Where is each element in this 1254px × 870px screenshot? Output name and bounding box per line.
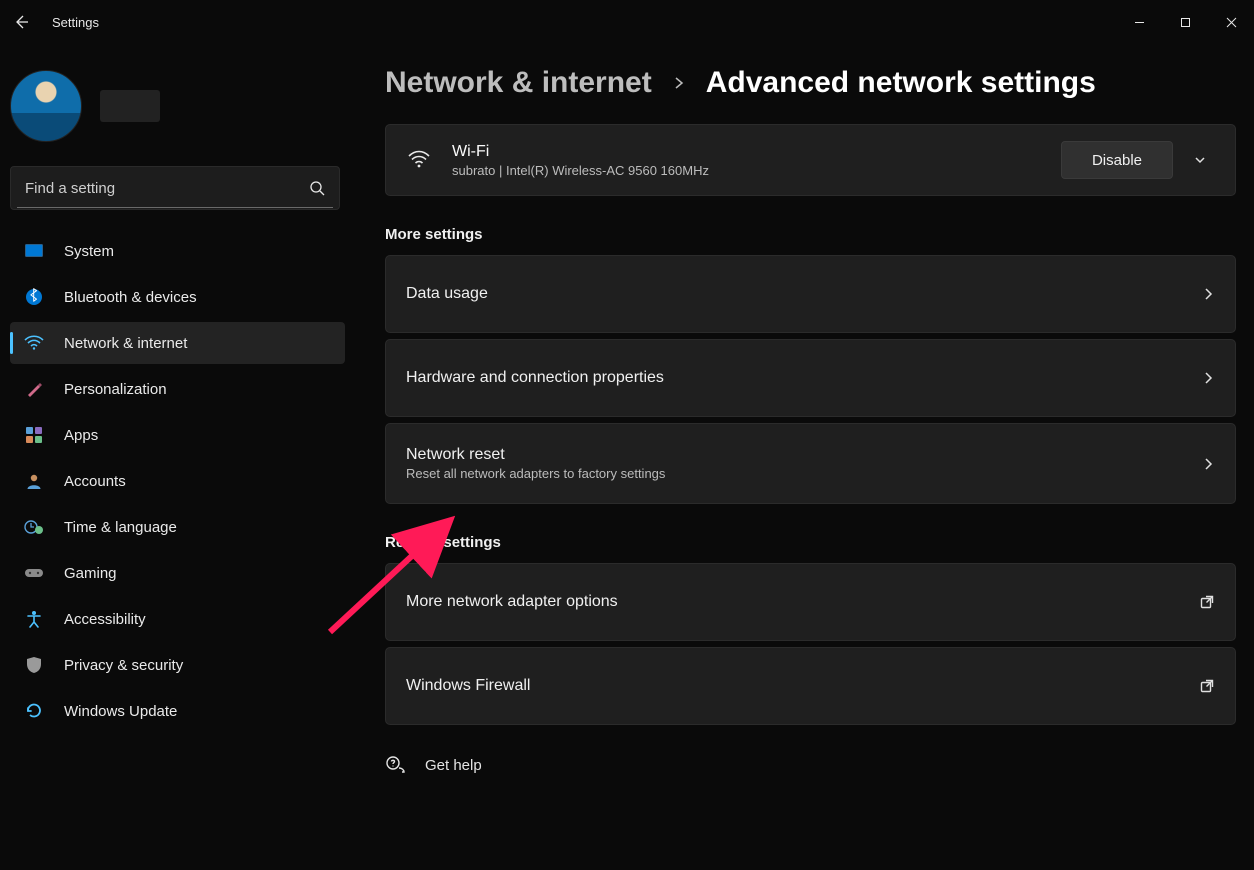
adapter-wifi-card[interactable]: Wi-Fi subrato | Intel(R) Wireless-AC 956… (385, 124, 1236, 196)
person-icon (24, 471, 44, 491)
update-icon (24, 701, 44, 721)
profile[interactable] (10, 64, 345, 160)
page-title: Advanced network settings (706, 66, 1096, 100)
close-button[interactable] (1208, 6, 1254, 38)
row-title: Data usage (406, 285, 488, 303)
row-title: Network reset (406, 446, 665, 464)
clock-globe-icon (24, 517, 44, 537)
shield-icon (24, 655, 44, 675)
search-icon (309, 180, 325, 196)
arrow-left-icon (14, 14, 30, 30)
apps-icon (24, 425, 44, 445)
row-windows-firewall[interactable]: Windows Firewall (385, 647, 1236, 725)
get-help-label: Get help (425, 757, 482, 774)
sidebar-item-accounts[interactable]: Accounts (10, 460, 345, 502)
row-title: Windows Firewall (406, 677, 530, 695)
wifi-icon (404, 150, 434, 170)
sidebar-item-label: Gaming (64, 565, 117, 582)
open-external-icon (1199, 594, 1215, 610)
close-icon (1226, 17, 1237, 28)
sidebar-item-label: Apps (64, 427, 98, 444)
sidebar-item-label: System (64, 243, 114, 260)
nav: System Bluetooth & devices Network & int… (10, 230, 345, 732)
sidebar-item-label: Time & language (64, 519, 177, 536)
accessibility-icon (24, 609, 44, 629)
row-data-usage[interactable]: Data usage (385, 255, 1236, 333)
maximize-icon (1180, 17, 1191, 28)
sidebar-item-label: Accounts (64, 473, 126, 490)
more-settings-header: More settings (385, 226, 1236, 243)
sidebar-item-bluetooth[interactable]: Bluetooth & devices (10, 276, 345, 318)
adapter-title: Wi-Fi (452, 143, 709, 161)
sidebar-item-personalization[interactable]: Personalization (10, 368, 345, 410)
breadcrumb-parent[interactable]: Network & internet (385, 66, 652, 100)
content: Network & internet Advanced network sett… (355, 44, 1254, 870)
expand-button[interactable] (1183, 143, 1217, 177)
sidebar-item-gaming[interactable]: Gaming (10, 552, 345, 594)
disable-button[interactable]: Disable (1061, 141, 1173, 179)
minimize-icon (1134, 17, 1145, 28)
profile-name-placeholder (100, 90, 160, 122)
help-chat-icon (385, 755, 407, 775)
search-input[interactable] (25, 180, 309, 197)
open-external-icon (1199, 678, 1215, 694)
avatar (10, 70, 82, 142)
chevron-right-icon (1201, 287, 1215, 301)
titlebar: Settings (0, 0, 1254, 44)
sidebar-item-apps[interactable]: Apps (10, 414, 345, 456)
sidebar-item-label: Network & internet (64, 335, 187, 352)
sidebar-item-label: Accessibility (64, 611, 146, 628)
chevron-right-icon (1201, 457, 1215, 471)
window-controls (1116, 6, 1254, 38)
gamepad-icon (24, 563, 44, 583)
row-title: More network adapter options (406, 593, 618, 611)
row-more-adapter-options[interactable]: More network adapter options (385, 563, 1236, 641)
adapter-actions: Disable (1061, 141, 1217, 179)
maximize-button[interactable] (1162, 6, 1208, 38)
sidebar-item-time-language[interactable]: Time & language (10, 506, 345, 548)
row-subtitle: Reset all network adapters to factory se… (406, 466, 665, 481)
row-network-reset[interactable]: Network reset Reset all network adapters… (385, 423, 1236, 504)
display-icon (24, 241, 44, 261)
adapter-subtitle: subrato | Intel(R) Wireless-AC 9560 160M… (452, 163, 709, 178)
sidebar-item-label: Windows Update (64, 703, 177, 720)
chevron-right-icon (672, 76, 686, 90)
breadcrumb: Network & internet Advanced network sett… (385, 66, 1236, 100)
row-title: Hardware and connection properties (406, 369, 664, 387)
adapter-texts: Wi-Fi subrato | Intel(R) Wireless-AC 956… (452, 143, 709, 178)
app-title: Settings (52, 15, 99, 30)
sidebar: System Bluetooth & devices Network & int… (0, 44, 355, 870)
sidebar-item-label: Personalization (64, 381, 167, 398)
chevron-down-icon (1193, 153, 1207, 167)
get-help-link[interactable]: Get help (385, 755, 1236, 775)
sidebar-item-accessibility[interactable]: Accessibility (10, 598, 345, 640)
search-box[interactable] (10, 166, 340, 210)
row-hardware-properties[interactable]: Hardware and connection properties (385, 339, 1236, 417)
sidebar-item-network[interactable]: Network & internet (10, 322, 345, 364)
sidebar-item-label: Bluetooth & devices (64, 289, 197, 306)
paint-icon (24, 379, 44, 399)
related-settings-header: Related settings (385, 534, 1236, 551)
sidebar-item-privacy[interactable]: Privacy & security (10, 644, 345, 686)
search-underline (17, 207, 333, 208)
bluetooth-icon (24, 287, 44, 307)
chevron-right-icon (1201, 371, 1215, 385)
sidebar-item-windows-update[interactable]: Windows Update (10, 690, 345, 732)
minimize-button[interactable] (1116, 6, 1162, 38)
sidebar-item-system[interactable]: System (10, 230, 345, 272)
wifi-icon (24, 333, 44, 353)
sidebar-item-label: Privacy & security (64, 657, 183, 674)
back-button[interactable] (0, 0, 44, 44)
